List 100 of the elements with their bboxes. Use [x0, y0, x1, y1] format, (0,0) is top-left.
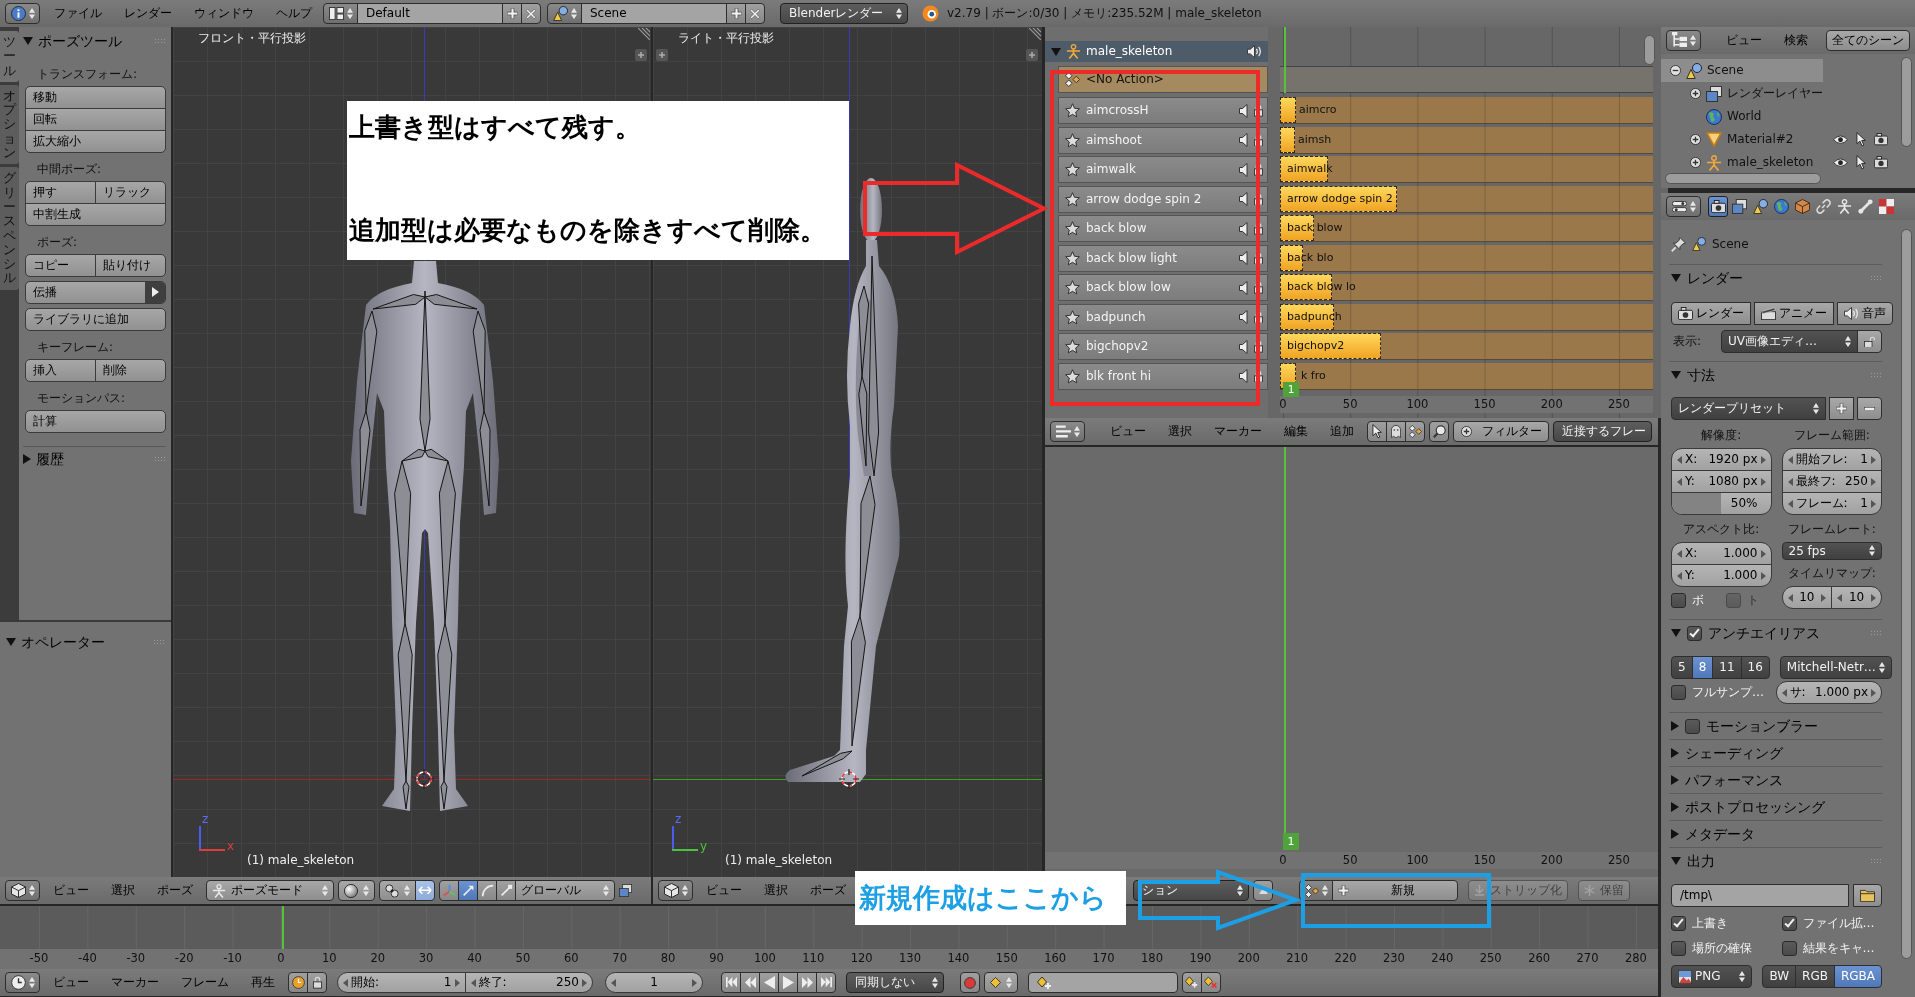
star-icon[interactable]	[1065, 191, 1080, 207]
widget-toggle[interactable]	[415, 880, 435, 901]
menu-item[interactable]: 選択	[111, 883, 135, 898]
end-frame-field[interactable]: 終了: 250	[464, 972, 593, 993]
sample-toggle[interactable]: 8	[1691, 656, 1714, 679]
decrement-arrow-icon[interactable]	[611, 978, 616, 987]
padlock-icon[interactable]	[1254, 133, 1263, 147]
padlock-icon[interactable]	[1254, 251, 1263, 265]
panel-title[interactable]: レンダー	[1687, 269, 1864, 287]
color-mode-toggle[interactable]: BW	[1762, 965, 1797, 988]
star-icon[interactable]	[1065, 132, 1080, 148]
number-field[interactable]: Y: 1080 px	[1671, 470, 1772, 493]
decrement-arrow-icon[interactable]	[343, 978, 348, 987]
increment-arrow-icon[interactable]	[1760, 455, 1766, 464]
panel-title[interactable]: メタデータ	[1685, 825, 1882, 843]
padlock-icon[interactable]	[1254, 163, 1263, 176]
tool-button[interactable]: ライブラリに追加	[25, 308, 166, 331]
star-icon[interactable]	[1065, 221, 1080, 236]
menu-item[interactable]: マーカー	[111, 975, 159, 990]
keyframe-type-dropdown[interactable]	[984, 972, 1018, 993]
menu-item[interactable]: ビュー	[1110, 424, 1146, 439]
star-icon[interactable]	[1065, 339, 1080, 354]
pointer-icon[interactable]	[1856, 132, 1866, 147]
color-mode-toggle[interactable]: RGB	[1795, 965, 1835, 988]
padlock-icon[interactable]	[1254, 340, 1263, 353]
checkbox[interactable]	[1685, 718, 1700, 734]
menu-item[interactable]: 追加	[1330, 424, 1354, 439]
ghost-tool-button[interactable]	[1386, 421, 1406, 442]
output-path-field[interactable]: /tmp\	[1671, 884, 1849, 907]
menu-button[interactable]: 伝播	[25, 281, 166, 304]
action-strip[interactable]	[1280, 333, 1381, 359]
editor-type-button[interactable]	[1666, 30, 1701, 51]
tool-button[interactable]: 回転	[25, 108, 166, 131]
number-field[interactable]: フレーム: 1	[1781, 492, 1882, 515]
increment-arrow-icon[interactable]	[454, 978, 460, 987]
star-icon[interactable]	[1065, 250, 1080, 266]
checkbox[interactable]	[1671, 916, 1686, 931]
pivot-dropdown[interactable]	[379, 880, 416, 901]
display-dropdown[interactable]: UV画像エディ…	[1721, 330, 1858, 353]
star-icon[interactable]	[1065, 162, 1080, 177]
tool-button[interactable]: 削除	[95, 359, 166, 382]
increment-arrow-icon[interactable]	[1871, 477, 1876, 486]
scrollbar-thumb[interactable]	[1665, 173, 1821, 184]
track-name[interactable]: back blow	[1086, 221, 1233, 236]
speaker-icon[interactable]	[1239, 133, 1248, 147]
tool-button[interactable]: 計算	[25, 410, 166, 433]
orientation-dropdown[interactable]: グローバル	[515, 880, 615, 901]
sample-toggle[interactable]: 11	[1712, 656, 1742, 679]
disclosure-triangle-icon[interactable]	[1671, 829, 1679, 839]
disclosure-triangle-icon[interactable]	[23, 454, 31, 464]
screen-layout-button[interactable]	[323, 3, 358, 24]
outliner-item[interactable]: male_skeleton	[1661, 151, 1823, 174]
editor-type-button[interactable]	[1666, 196, 1701, 217]
menu-item[interactable]: 選択	[764, 883, 788, 898]
track-name[interactable]: badpunch	[1086, 309, 1233, 325]
speaker-icon[interactable]	[1239, 339, 1248, 354]
select-tool-button[interactable]	[1367, 421, 1387, 442]
shading-dropdown[interactable]	[338, 880, 375, 901]
filter-button[interactable]: フィルター	[1453, 421, 1549, 442]
file-format-dropdown[interactable]: PNG	[1671, 965, 1753, 988]
next-keyframe-button[interactable]	[797, 972, 817, 993]
folder-button[interactable]	[1853, 884, 1882, 907]
decrement-arrow-icon[interactable]	[1677, 477, 1682, 486]
decrement-arrow-icon[interactable]	[1781, 688, 1787, 697]
record-button[interactable]	[960, 972, 980, 993]
properties-tab[interactable]	[1750, 196, 1770, 217]
increment-arrow-icon[interactable]	[1760, 571, 1766, 580]
tool-button[interactable]: 中割生成	[25, 203, 166, 226]
track-row[interactable]: back blow	[1058, 215, 1268, 242]
increment-arrow-icon[interactable]	[1871, 455, 1876, 464]
number-field[interactable]: X: 1.000	[1671, 542, 1772, 565]
speaker-icon[interactable]	[1239, 162, 1248, 177]
triangle-right-icon[interactable]	[145, 282, 165, 303]
sync-dropdown[interactable]: 同期しない	[846, 972, 944, 993]
menu-item[interactable]: 再生	[251, 975, 275, 990]
checkbox[interactable]	[1671, 593, 1686, 608]
keying-set-field[interactable]	[1028, 972, 1178, 993]
outliner-item[interactable]: Scene	[1661, 59, 1823, 82]
menu-item[interactable]: ビュー	[53, 975, 89, 990]
sample-toggle[interactable]: 16	[1740, 656, 1770, 679]
scrollbar-thumb[interactable]	[1644, 35, 1655, 65]
manipulator-toggle[interactable]	[496, 880, 516, 901]
preview-range-button[interactable]	[288, 972, 308, 993]
action-strip[interactable]	[1280, 215, 1314, 241]
increment-arrow-icon[interactable]	[1760, 477, 1766, 486]
channel-header-row[interactable]: male_skeleton	[1045, 41, 1268, 62]
lock-button[interactable]	[307, 972, 327, 993]
increment-arrow-icon[interactable]	[1871, 499, 1876, 508]
pin-icon[interactable]	[1671, 236, 1686, 252]
filter-dropdown[interactable]: Mitchell-Netr…	[1779, 656, 1892, 679]
close-button[interactable]	[745, 3, 765, 24]
add-preset-button[interactable]	[1829, 397, 1854, 420]
padlock-icon[interactable]	[1254, 104, 1263, 117]
plus-circle-icon[interactable]	[1690, 88, 1701, 99]
decrement-arrow-icon[interactable]	[470, 978, 476, 987]
scene-name-field[interactable]: Scene	[581, 3, 727, 24]
editor-type-button[interactable]	[5, 972, 40, 993]
decrement-arrow-icon[interactable]	[1677, 571, 1682, 580]
track-row[interactable]: badpunch	[1058, 303, 1268, 331]
decrement-arrow-icon[interactable]	[1787, 477, 1793, 486]
